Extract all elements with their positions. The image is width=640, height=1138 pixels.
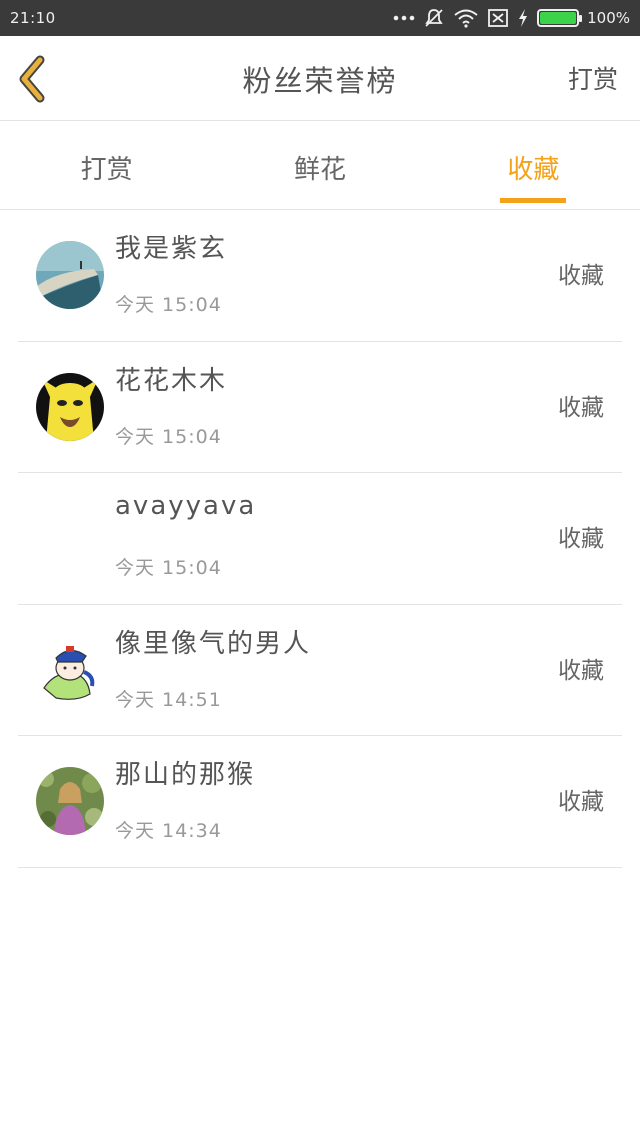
wifi-icon — [453, 8, 479, 28]
item-time: 今天 15:04 — [115, 425, 222, 448]
item-action[interactable]: 收藏 — [558, 651, 604, 685]
avatar[interactable] — [36, 372, 104, 441]
item-time: 今天 14:34 — [115, 820, 222, 842]
avatar[interactable] — [36, 241, 104, 309]
item-action[interactable]: 收藏 — [558, 388, 604, 422]
status-time: 21:10 — [10, 9, 56, 27]
mute-notification-icon — [423, 7, 445, 29]
charging-icon — [517, 8, 529, 28]
item-name: avayyava — [115, 491, 257, 521]
tab-bar: 打赏 鲜花 收藏 — [0, 121, 640, 210]
item-name: 像里像气的男人 — [115, 628, 312, 659]
more-dots-icon — [393, 14, 415, 22]
list-item[interactable]: avayyava 今天 15:04 收藏 — [18, 473, 622, 605]
tab-label: 收藏 — [507, 155, 560, 185]
status-bar: 21:10 100% — [0, 0, 640, 36]
battery-percent: 100% — [587, 9, 630, 27]
tab-label: 鲜花 — [293, 155, 346, 185]
avatar[interactable] — [36, 635, 104, 704]
status-icons: 100% — [393, 7, 630, 29]
reward-button[interactable]: 打赏 — [568, 60, 618, 96]
list-item[interactable]: 我是紫玄 今天 15:04 收藏 — [18, 210, 622, 342]
active-tab-indicator — [500, 198, 567, 203]
list-item[interactable]: 像里像气的男人 今天 14:51 收藏 — [18, 605, 622, 736]
item-action[interactable]: 收藏 — [558, 519, 604, 553]
page-title: 粉丝荣誉榜 — [242, 64, 398, 98]
item-time: 今天 15:04 — [115, 294, 222, 316]
item-name: 花花木木 — [115, 365, 228, 396]
sim-error-icon — [487, 8, 509, 28]
battery-level — [540, 12, 577, 24]
title-bar: 粉丝荣誉榜 打赏 — [0, 36, 640, 121]
battery-icon — [537, 9, 583, 27]
list-item[interactable]: 花花木木 今天 15:04 收藏 — [18, 342, 622, 473]
item-name: 我是紫玄 — [115, 234, 228, 264]
avatar[interactable] — [36, 767, 104, 835]
tab-label: 打赏 — [80, 155, 133, 185]
item-time: 今天 15:04 — [115, 557, 222, 579]
item-action[interactable]: 收藏 — [558, 256, 604, 290]
tab-flowers[interactable]: 鲜花 — [213, 121, 426, 209]
item-action[interactable]: 收藏 — [558, 782, 604, 816]
list-item[interactable]: 那山的那猴 今天 14:34 收藏 — [18, 736, 622, 868]
fan-list: 我是紫玄 今天 15:04 收藏 花花木木 今天 15:04 收藏 avayya… — [18, 210, 622, 868]
item-name: 那山的那猴 — [115, 760, 256, 790]
tab-favorites[interactable]: 收藏 — [427, 121, 640, 209]
avatar[interactable] — [36, 504, 104, 572]
tab-reward[interactable]: 打赏 — [0, 121, 213, 209]
item-time: 今天 14:51 — [115, 688, 222, 711]
